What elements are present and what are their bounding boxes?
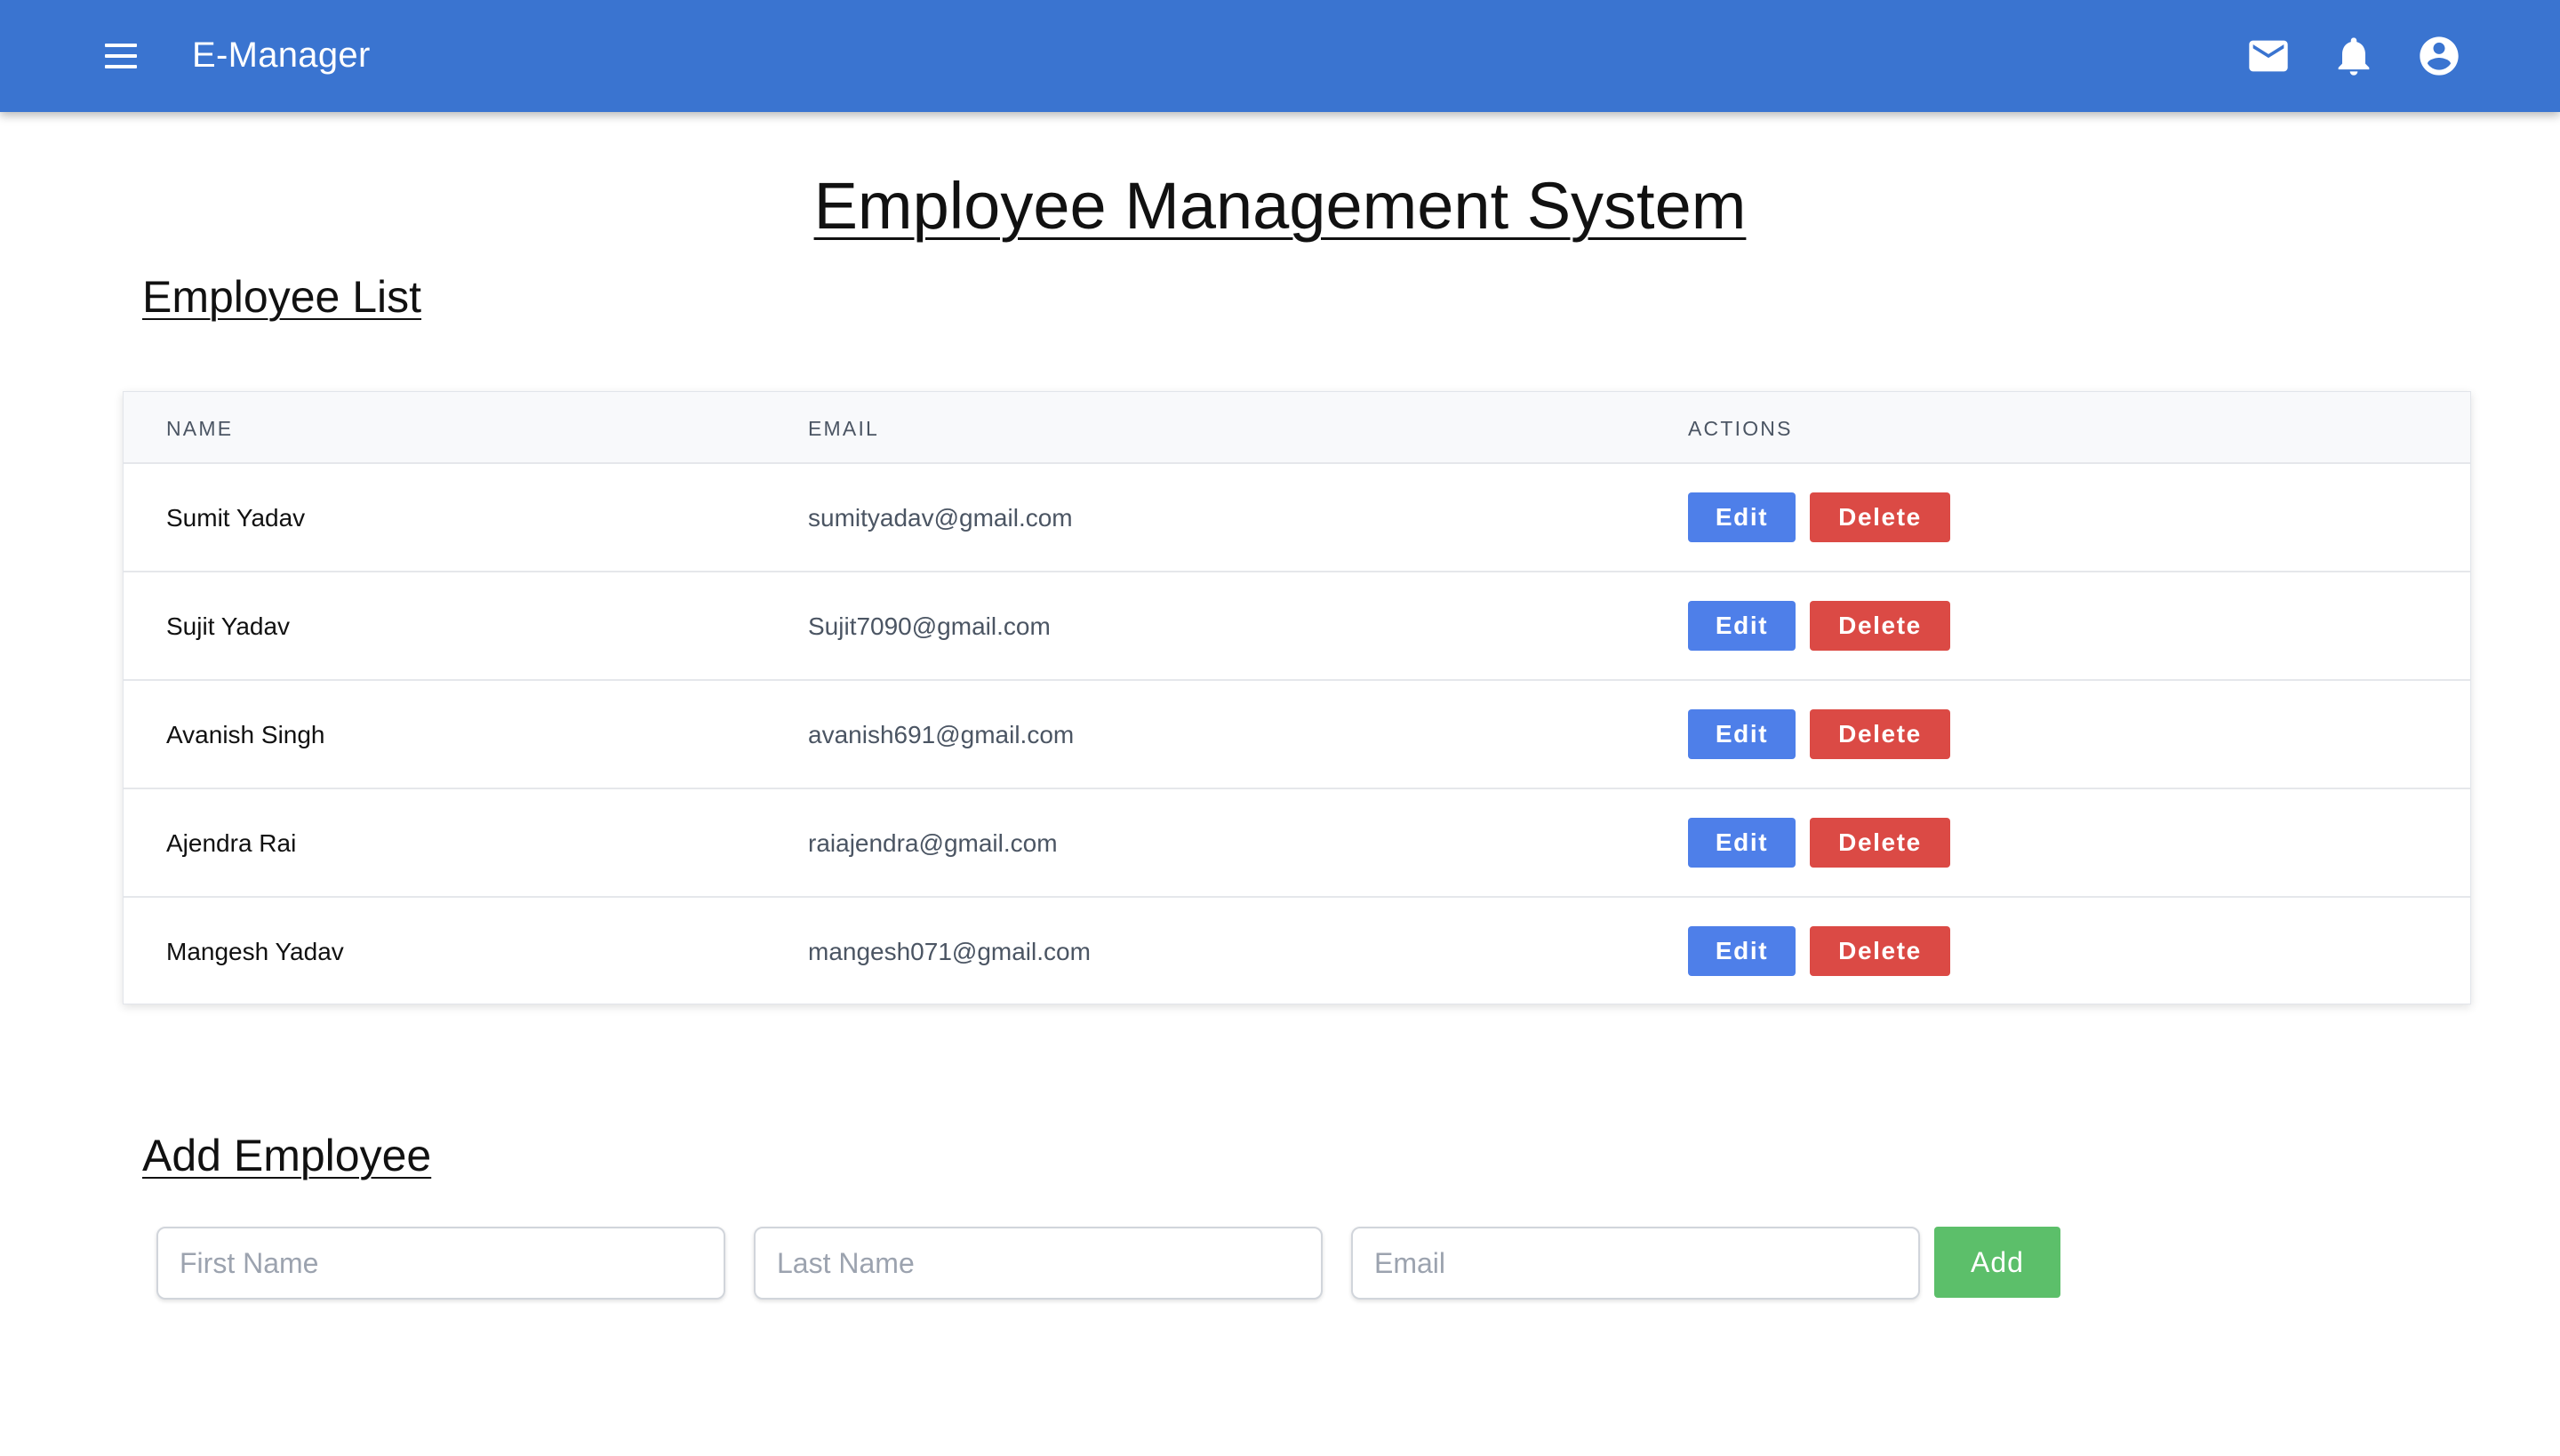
- table-row: Mangesh Yadav mangesh071@gmail.com Edit …: [124, 898, 2470, 1006]
- page-title: Employee Management System: [813, 169, 1747, 243]
- table-row: Ajendra Rai raiajendra@gmail.com Edit De…: [124, 789, 2470, 898]
- employee-email: mangesh071@gmail.com: [808, 938, 1091, 965]
- employee-email: avanish691@gmail.com: [808, 721, 1075, 748]
- bell-icon[interactable]: [2331, 33, 2377, 79]
- mail-icon[interactable]: [2245, 33, 2292, 79]
- table-row: Sujit Yadav Sujit7090@gmail.com Edit Del…: [124, 572, 2470, 681]
- column-header-email: EMAIL: [808, 417, 880, 440]
- last-name-input[interactable]: [754, 1227, 1323, 1300]
- menu-icon[interactable]: [103, 42, 139, 70]
- email-input[interactable]: [1351, 1227, 1920, 1300]
- delete-button[interactable]: Delete: [1810, 926, 1950, 976]
- table-row: Avanish Singh avanish691@gmail.com Edit …: [124, 681, 2470, 789]
- app-title: E-Manager: [192, 36, 371, 75]
- edit-button[interactable]: Edit: [1688, 492, 1796, 542]
- employee-list-heading: Employee List: [142, 272, 422, 322]
- employee-email: Sujit7090@gmail.com: [808, 612, 1051, 640]
- column-header-actions: ACTIONS: [1688, 417, 1793, 440]
- table-header: NAME EMAIL ACTIONS: [124, 392, 2470, 464]
- employee-table: NAME EMAIL ACTIONS Sumit Yadav sumityada…: [123, 391, 2471, 1004]
- add-button[interactable]: Add: [1934, 1227, 2060, 1298]
- edit-button[interactable]: Edit: [1688, 926, 1796, 976]
- employee-name: Sumit Yadav: [166, 504, 306, 532]
- employee-name: Ajendra Rai: [166, 829, 297, 857]
- employee-name: Mangesh Yadav: [166, 938, 344, 965]
- employee-name: Sujit Yadav: [166, 612, 291, 640]
- delete-button[interactable]: Delete: [1810, 601, 1950, 651]
- account-circle-icon[interactable]: [2416, 33, 2462, 79]
- edit-button[interactable]: Edit: [1688, 818, 1796, 868]
- edit-button[interactable]: Edit: [1688, 601, 1796, 651]
- delete-button[interactable]: Delete: [1810, 492, 1950, 542]
- table-row: Sumit Yadav sumityadav@gmail.com Edit De…: [124, 464, 2470, 572]
- employee-email: sumityadav@gmail.com: [808, 504, 1073, 532]
- add-employee-heading: Add Employee: [142, 1131, 432, 1180]
- app-bar: E-Manager: [0, 0, 2560, 112]
- first-name-input[interactable]: [156, 1227, 725, 1300]
- delete-button[interactable]: Delete: [1810, 709, 1950, 759]
- employee-name: Avanish Singh: [166, 721, 325, 748]
- employee-email: raiajendra@gmail.com: [808, 829, 1058, 857]
- column-header-name: NAME: [166, 417, 234, 440]
- delete-button[interactable]: Delete: [1810, 818, 1950, 868]
- edit-button[interactable]: Edit: [1688, 709, 1796, 759]
